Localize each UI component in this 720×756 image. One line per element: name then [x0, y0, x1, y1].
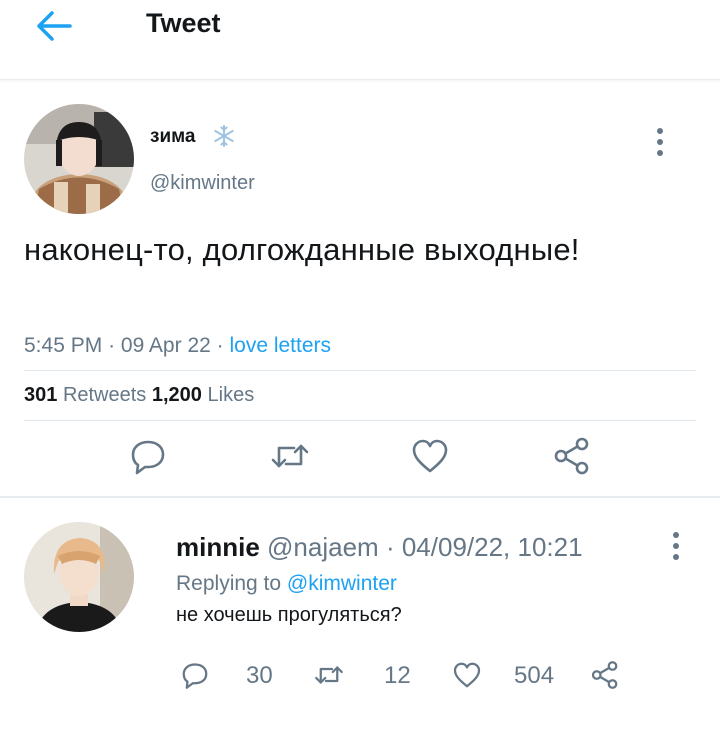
- reply-retweet-button[interactable]: [314, 660, 344, 690]
- section-divider: [0, 496, 720, 498]
- like-icon: [453, 662, 481, 688]
- tweet-text: наконец-то, долгожданные выходные!: [24, 232, 580, 267]
- reply-header: minnie @najaem · 04/09/22, 10:21: [176, 532, 583, 563]
- like-count: 504: [514, 662, 555, 689]
- meta-separator: ·: [108, 334, 121, 357]
- reply-like-button[interactable]: [452, 660, 482, 690]
- meta-separator: ·: [216, 334, 230, 357]
- retweet-icon: [271, 444, 309, 468]
- tweet-date: 09 Apr 22: [120, 334, 211, 357]
- reply-separator: ·: [385, 532, 395, 562]
- divider: [24, 420, 696, 421]
- like-icon: [412, 439, 448, 473]
- reply-avatar[interactable]: [24, 522, 134, 632]
- retweet-icon: [315, 666, 343, 684]
- back-button[interactable]: [32, 6, 76, 46]
- like-count[interactable]: 1,200: [152, 384, 202, 406]
- display-name[interactable]: зима: [150, 126, 196, 148]
- reply-button[interactable]: [128, 436, 168, 476]
- tweet-time: 5:45 PM: [24, 334, 103, 357]
- more-options-icon[interactable]: [650, 124, 670, 160]
- retweets-label[interactable]: Retweets: [63, 384, 146, 406]
- divider: [24, 370, 696, 371]
- reply-icon: [182, 663, 208, 689]
- top-bar: Tweet: [0, 0, 720, 80]
- tweet-source[interactable]: love letters: [229, 334, 331, 357]
- share-icon: [554, 437, 589, 475]
- reply-timestamp: 04/09/22, 10:21: [401, 532, 583, 562]
- share-icon: [591, 661, 618, 689]
- page-title: Tweet: [146, 8, 221, 38]
- snowflake-icon: [214, 125, 234, 147]
- tweet-meta: 5:45 PM · 09 Apr 22 · love letters: [24, 334, 331, 358]
- user-handle[interactable]: @kimwinter: [150, 172, 255, 195]
- likes-label[interactable]: Likes: [208, 384, 255, 406]
- reply-text: не хочешь прогуляться?: [176, 604, 402, 626]
- avatar-image: [24, 522, 134, 632]
- reply-icon: [131, 440, 165, 475]
- retweet-count: 12: [384, 662, 411, 689]
- reply-reply-button[interactable]: [180, 660, 210, 690]
- avatar[interactable]: [24, 104, 134, 214]
- retweet-button[interactable]: [270, 436, 310, 476]
- like-button[interactable]: [410, 436, 450, 476]
- replying-label: Replying to: [176, 572, 282, 595]
- reply-share-button[interactable]: [590, 660, 620, 690]
- retweet-count[interactable]: 301: [24, 384, 57, 406]
- arrow-left-icon: [37, 11, 72, 41]
- more-options-icon[interactable]: [668, 530, 684, 562]
- reply-count: 30: [246, 662, 273, 689]
- engagement-counts: 301 Retweets 1,200 Likes: [24, 384, 254, 407]
- replying-handle[interactable]: @kimwinter: [287, 572, 397, 595]
- share-button[interactable]: [552, 436, 592, 476]
- replying-to: Replying to @kimwinter: [176, 572, 397, 596]
- reply-handle[interactable]: @najaem: [267, 532, 379, 562]
- avatar-image: [24, 104, 134, 214]
- reply-display-name[interactable]: minnie: [176, 532, 260, 562]
